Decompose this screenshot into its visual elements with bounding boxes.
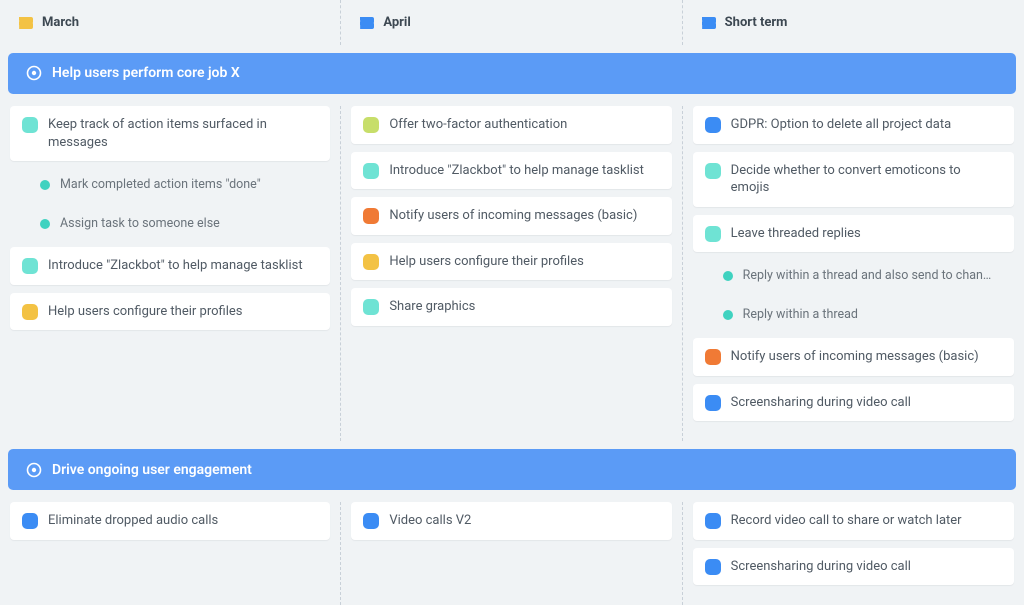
column-header-march[interactable]: March [0,0,341,45]
color-tag-icon [22,117,38,133]
color-tag-icon [705,559,721,575]
color-tag-icon [22,258,38,274]
subtask-dot-icon [40,180,50,190]
card[interactable]: Video calls V2 [351,502,671,540]
subtask[interactable]: Reply within a thread [693,299,1014,330]
color-tag-icon [363,299,379,315]
cell-core-job-april: Offer two-factor authentication Introduc… [341,106,682,441]
color-tag-icon [705,513,721,529]
subtask-title: Reply within a thread [743,307,858,322]
color-tag-icon [22,304,38,320]
roadmap-board: March April Short term Help users perfor… [0,0,1024,605]
card[interactable]: Notify users of incoming messages (basic… [351,197,671,235]
card-title: Introduce "Zlackbot" to help manage task… [48,257,303,275]
card[interactable]: Introduce "Zlackbot" to help manage task… [351,152,671,190]
card[interactable]: Help users configure their profiles [351,243,671,281]
subtask[interactable]: Reply within a thread and also send to c… [693,260,1014,291]
column-title: April [383,15,410,30]
card[interactable]: GDPR: Option to delete all project data [693,106,1014,144]
column-title: Short term [725,15,788,30]
column-title: March [42,15,79,30]
color-tag-icon [363,163,379,179]
color-tag-icon [363,254,379,270]
card-title: Leave threaded replies [731,225,861,243]
card[interactable]: Help users configure their profiles [10,293,330,331]
subtask-dot-icon [723,310,733,320]
cell-core-job-short-term: GDPR: Option to delete all project data … [683,106,1024,441]
card-title: Eliminate dropped audio calls [48,512,218,530]
color-tag-icon [705,163,721,179]
card[interactable]: Eliminate dropped audio calls [10,502,330,540]
bookmark-icon [701,15,717,29]
target-icon [26,462,42,478]
cell-engagement-short-term: Record video call to share or watch late… [683,502,1024,605]
card[interactable]: Screensharing during video call [693,384,1014,422]
card-title: Help users configure their profiles [389,253,584,271]
color-tag-icon [363,117,379,133]
swimlane-header-engagement[interactable]: Drive ongoing user engagement [8,449,1016,491]
card-title: Notify users of incoming messages (basic… [731,348,979,366]
subtask[interactable]: Assign task to someone else [10,208,330,239]
cell-core-job-march: Keep track of action items surfaced in m… [0,106,341,441]
bookmark-icon [18,15,34,29]
subtask-title: Reply within a thread and also send to c… [743,268,992,283]
column-header-april[interactable]: April [341,0,682,45]
color-tag-icon [705,117,721,133]
card[interactable]: Record video call to share or watch late… [693,502,1014,540]
bookmark-icon [359,15,375,29]
subtask-dot-icon [40,219,50,229]
swimlane-title: Help users perform core job X [52,65,240,81]
card-title: Decide whether to convert emoticons to e… [731,162,1002,197]
target-icon [26,65,42,81]
card-title: Share graphics [389,298,475,316]
card-title: Notify users of incoming messages (basic… [389,207,637,225]
cell-engagement-april: Video calls V2 [341,502,682,605]
card[interactable]: Introduce "Zlackbot" to help manage task… [10,247,330,285]
card-title: GDPR: Option to delete all project data [731,116,952,134]
card[interactable]: Offer two-factor authentication [351,106,671,144]
card[interactable]: Decide whether to convert emoticons to e… [693,152,1014,207]
swimlane-header-core-job[interactable]: Help users perform core job X [8,53,1016,95]
card-title: Screensharing during video call [731,394,911,412]
card[interactable]: Keep track of action items surfaced in m… [10,106,330,161]
color-tag-icon [363,513,379,529]
color-tag-icon [705,395,721,411]
subtask-title: Assign task to someone else [60,216,220,231]
card[interactable]: Screensharing during video call [693,548,1014,586]
column-header-short-term[interactable]: Short term [683,0,1024,45]
subtask-title: Mark completed action items "done" [60,177,261,192]
card-title: Introduce "Zlackbot" to help manage task… [389,162,644,180]
color-tag-icon [705,349,721,365]
card-title: Video calls V2 [389,512,471,530]
card-title: Offer two-factor authentication [389,116,567,134]
color-tag-icon [363,208,379,224]
subtask[interactable]: Mark completed action items "done" [10,169,330,200]
card-title: Keep track of action items surfaced in m… [48,116,318,151]
card-title: Record video call to share or watch late… [731,512,962,530]
card[interactable]: Notify users of incoming messages (basic… [693,338,1014,376]
card-title: Screensharing during video call [731,558,911,576]
card[interactable]: Leave threaded replies [693,215,1014,253]
subtask-dot-icon [723,271,733,281]
cell-engagement-march: Eliminate dropped audio calls [0,502,341,605]
swimlane-title: Drive ongoing user engagement [52,462,252,478]
color-tag-icon [705,226,721,242]
card-title: Help users configure their profiles [48,303,243,321]
card[interactable]: Share graphics [351,288,671,326]
color-tag-icon [22,513,38,529]
